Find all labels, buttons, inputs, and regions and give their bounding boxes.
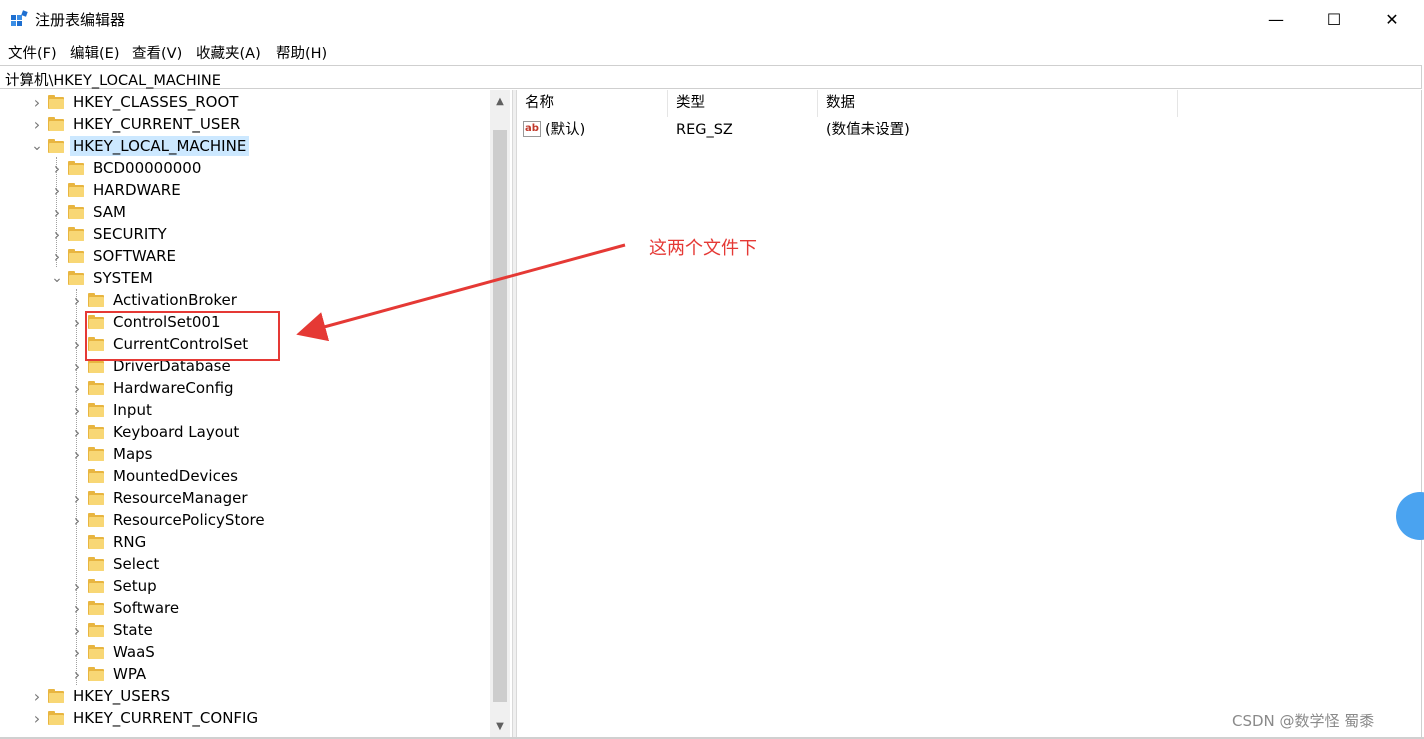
annotation-text: 这两个文件下: [649, 238, 757, 259]
annotation-arrow-icon: [296, 243, 626, 342]
watermark: CSDN @数学怪 蜀黍: [1232, 712, 1375, 730]
